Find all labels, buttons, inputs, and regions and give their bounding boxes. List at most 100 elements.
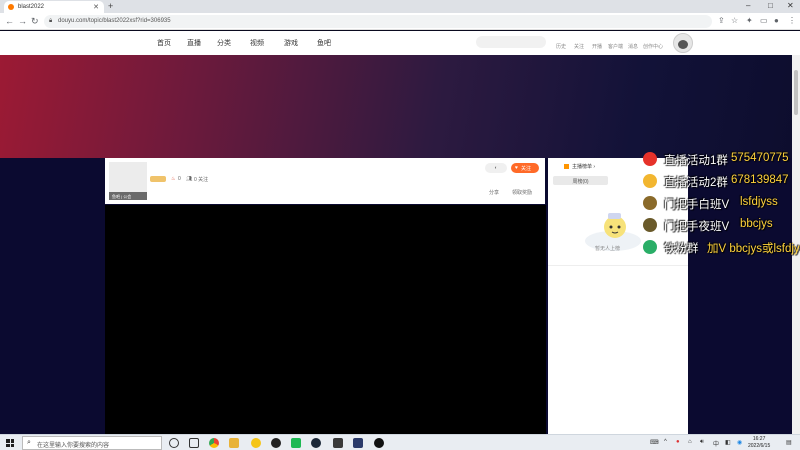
nav-category[interactable]: 分类	[217, 38, 231, 48]
bookmark-star-icon[interactable]: ☆	[731, 16, 738, 25]
messages-link[interactable]: 消息	[628, 43, 638, 50]
share-link[interactable]: 分享	[489, 189, 499, 196]
tray-app-icon[interactable]: ●	[676, 439, 680, 445]
tray-misc-icon[interactable]: ◧	[725, 439, 731, 446]
qq-icon[interactable]	[271, 438, 281, 448]
broadcast-link[interactable]: 开播	[592, 43, 602, 50]
new-tab-button[interactable]: +	[108, 1, 113, 11]
douyu-favicon-icon	[8, 4, 14, 10]
volume-icon[interactable]: 🔊︎	[700, 439, 704, 446]
room-thumbnail[interactable]: 鱼吧 | 公会	[109, 162, 147, 200]
creator-center-link[interactable]: 创作中心	[643, 43, 663, 50]
qq-penguin-icon	[643, 152, 657, 166]
reward-link[interactable]: 领取奖励	[512, 189, 532, 196]
hot-icon: ♨	[171, 176, 176, 182]
room-info-bar: 鱼吧 | 公会 ♨ 0 👥︎ 0 关注 ◐ 关注 分享 领取奖励	[105, 158, 545, 204]
app-dark-icon[interactable]	[333, 438, 343, 448]
divider	[548, 265, 688, 266]
tray-chevron-icon[interactable]: ^	[664, 439, 667, 445]
knife-badge-icon	[643, 196, 657, 210]
client-link[interactable]: 客户端	[608, 43, 623, 50]
tab-anchor-rank[interactable]: 主播榜单 ›	[564, 163, 595, 170]
overlay-value: 加V bbcjys或lsfdjyss	[707, 243, 800, 255]
browser-tab[interactable]: blast2022 ✕	[4, 1, 104, 13]
level-badge	[150, 176, 166, 182]
cortana-icon[interactable]	[169, 438, 179, 448]
menu-kebab-icon[interactable]: ⋮	[788, 16, 796, 25]
nav-live[interactable]: 直播	[187, 38, 201, 48]
nav-game[interactable]: 游戏	[284, 38, 298, 48]
knife-badge-icon	[643, 218, 657, 232]
toggle-button[interactable]: ◐	[485, 163, 507, 173]
file-explorer-icon[interactable]	[229, 438, 239, 448]
follow-button[interactable]: 关注	[511, 163, 539, 173]
gold-coin-icon	[643, 174, 657, 188]
overlay-label: 直播活动2群	[664, 177, 728, 189]
scrollbar-thumb[interactable]	[794, 70, 798, 115]
close-tab-icon[interactable]: ✕	[93, 3, 99, 11]
taskbar-clock[interactable]: 16:27 2022/6/15	[748, 436, 770, 450]
task-view-icon[interactable]	[189, 438, 199, 448]
network-icon[interactable]: ⌂	[688, 439, 692, 445]
chrome-icon[interactable]	[209, 438, 219, 448]
notification-icon[interactable]: ▤	[786, 439, 792, 446]
video-player[interactable]	[105, 205, 546, 434]
app-yellow-icon[interactable]	[251, 438, 261, 448]
tab-weekly[interactable]: 周榜(0)	[553, 176, 608, 185]
back-icon[interactable]: ←	[5, 16, 14, 26]
fans-count: 0 关注	[194, 177, 209, 183]
overlay-label: 门把手白班V	[664, 199, 730, 211]
stream-overlay: 直播活动1群 575470775 直播活动2群 678139847 门把手白班V…	[642, 150, 800, 260]
clock-time: 16:27	[752, 436, 766, 442]
clock-date: 2022/6/15	[748, 443, 771, 449]
reload-icon[interactable]: ↻	[31, 16, 39, 27]
input-method-icon[interactable]: 中	[713, 439, 719, 448]
address-bar[interactable]: 🔒︎ douyu.com/topic/blast2022xsf?rid=3069…	[44, 15, 712, 28]
taskbar-search-input[interactable]: ⌕ 在这里输入你要搜索的内容	[22, 436, 162, 450]
overlay-label: 门把手夜班V	[664, 221, 730, 233]
windows-taskbar: ⌕ 在这里输入你要搜索的内容 ⌨ ^ ● ⌂ 🔊︎ 中 ◧ ◉ 16:27 20…	[0, 434, 800, 450]
close-window-button[interactable]: ✕	[787, 1, 794, 10]
maximize-button[interactable]: □	[768, 1, 773, 10]
tray-blue-icon[interactable]: ◉	[737, 439, 742, 446]
empty-rank-caption: 暂无人上榜	[595, 246, 621, 252]
overlay-label: 直播活动1群	[664, 155, 728, 167]
browser-tab-bar: blast2022 ✕ + – □ ✕	[0, 0, 800, 13]
tab-anchor-rank-label: 主播榜单 ›	[572, 164, 596, 170]
history-link[interactable]: 历史	[556, 43, 566, 50]
thumbnail-caption: 鱼吧 | 公会	[109, 192, 147, 200]
keyboard-icon[interactable]: ⌨	[650, 439, 659, 446]
rank-icon	[564, 164, 569, 170]
site-search-input[interactable]	[476, 36, 546, 48]
extensions-icon[interactable]: ✦	[746, 16, 753, 25]
share-page-icon[interactable]: ⇪	[718, 16, 725, 25]
nav-home[interactable]: 首页	[157, 38, 171, 48]
hot-count: 0	[178, 176, 181, 182]
app-blue-icon[interactable]	[353, 438, 363, 448]
overlay-label: 铁粉群	[664, 243, 699, 255]
minimize-button[interactable]: –	[746, 1, 750, 10]
user-avatar[interactable]	[673, 33, 693, 53]
nav-video[interactable]: 视频	[250, 38, 264, 48]
lock-icon: 🔒︎	[49, 18, 53, 24]
overlay-value: bbcjys	[740, 218, 773, 230]
sidebar-icon[interactable]: ▭	[760, 16, 768, 25]
profile-icon[interactable]: ●	[774, 16, 779, 25]
browser-toolbar: ← → ↻ 🔒︎ douyu.com/topic/blast2022xsf?ri…	[0, 13, 800, 30]
taskbar-search-placeholder: 在这里输入你要搜索的内容	[37, 443, 110, 449]
tab-title: blast2022	[18, 4, 45, 10]
nav-fishbar[interactable]: 鱼吧	[317, 38, 331, 48]
obs-icon[interactable]	[374, 438, 384, 448]
url-text: douyu.com/topic/blast2022xsf?rid=306935	[58, 18, 171, 24]
steam-icon[interactable]	[311, 438, 321, 448]
app-green-icon[interactable]	[291, 438, 301, 448]
windows-start-icon[interactable]	[6, 439, 14, 447]
follow-link[interactable]: 关注	[574, 43, 584, 50]
wechat-icon	[643, 240, 657, 254]
overlay-value: lsfdjyss	[740, 196, 778, 208]
search-icon: ⌕	[27, 439, 31, 446]
site-header: 首页 直播 分类 视频 游戏 鱼吧 历史 关注 开播 客户端 消息 创作中心	[0, 31, 800, 55]
overlay-value: 575470775	[731, 152, 789, 164]
fans-icon: 👥︎	[186, 176, 193, 182]
forward-icon[interactable]: →	[18, 16, 27, 26]
